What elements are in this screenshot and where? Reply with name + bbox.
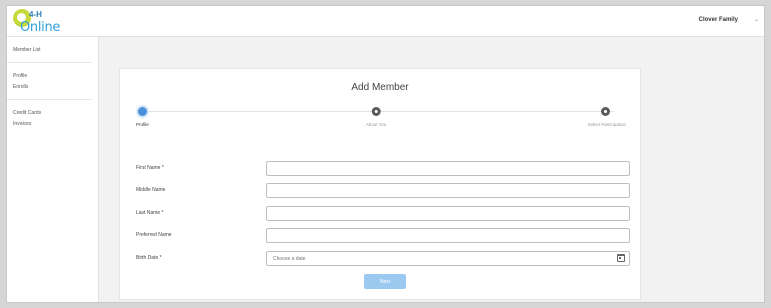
sidebar-item-profile[interactable]: Profile (13, 71, 92, 82)
sidebar-item-credit-cards[interactable]: Credit Cards (13, 108, 92, 119)
sidebar-group-billing: Credit Cards Invoices (7, 100, 92, 136)
sidebar-item-enrolls[interactable]: Enrolls (13, 82, 92, 93)
step-profile[interactable]: Profile (136, 107, 149, 127)
top-bar: 4-H Online Clover Family ⌄ (7, 6, 764, 37)
calendar-icon[interactable] (617, 254, 625, 262)
first-name-label: First Name * (136, 165, 164, 171)
app-logo[interactable]: 4-H Online (13, 8, 61, 36)
birth-date-picker[interactable] (266, 251, 630, 266)
step-label: About You (365, 122, 387, 127)
sidebar-group-profile: Profile Enrolls (7, 63, 92, 100)
chevron-down-icon: ⌄ (753, 17, 759, 23)
logo-text-bottom: Online (20, 20, 61, 35)
page-title: Add Member (351, 82, 409, 93)
form-row-last-name: Last Name * (136, 206, 630, 222)
birth-date-field[interactable] (266, 251, 630, 266)
preferred-name-field[interactable] (266, 228, 630, 243)
middle-name-label: Middle Name (136, 187, 166, 193)
app-window: 4-H Online Clover Family ⌄ Member List P… (6, 5, 765, 303)
last-name-label: Last Name * (136, 210, 164, 216)
form-row-first-name: First Name * (136, 161, 630, 177)
step-pending-icon (371, 107, 381, 116)
next-button[interactable]: Next (364, 274, 406, 289)
user-menu[interactable]: Clover Family ⌄ (698, 16, 759, 24)
first-name-field[interactable] (266, 161, 630, 176)
add-member-card: Add Member Profile About You Select Part… (119, 68, 641, 300)
step-about-you[interactable]: About You (365, 107, 387, 127)
step-select-participation[interactable]: Select Participation (587, 107, 626, 127)
logo-text-top: 4-H (29, 10, 42, 19)
sidebar-group-members: Member List (7, 37, 92, 63)
sidebar-item-member-list[interactable]: Member List (13, 45, 92, 56)
step-pending-icon (601, 107, 610, 116)
user-name: Clover Family (698, 16, 738, 23)
step-label: Profile (136, 122, 149, 127)
form-row-middle-name: Middle Name (136, 183, 630, 199)
step-active-icon (137, 107, 147, 116)
stepper: Profile About You Select Participation (136, 107, 626, 137)
preferred-name-label: Preferred Name (136, 232, 172, 238)
form-row-birth-date: Birth Date * (136, 251, 630, 267)
last-name-field[interactable] (266, 206, 630, 221)
middle-name-field[interactable] (266, 183, 630, 198)
birth-date-label: Birth Date * (136, 255, 162, 261)
sidebar: Member List Profile Enrolls Credit Cards… (7, 37, 99, 302)
step-label: Select Participation (587, 122, 626, 127)
sidebar-item-invoices[interactable]: Invoices (13, 119, 92, 130)
form-row-preferred-name: Preferred Name (136, 228, 630, 244)
